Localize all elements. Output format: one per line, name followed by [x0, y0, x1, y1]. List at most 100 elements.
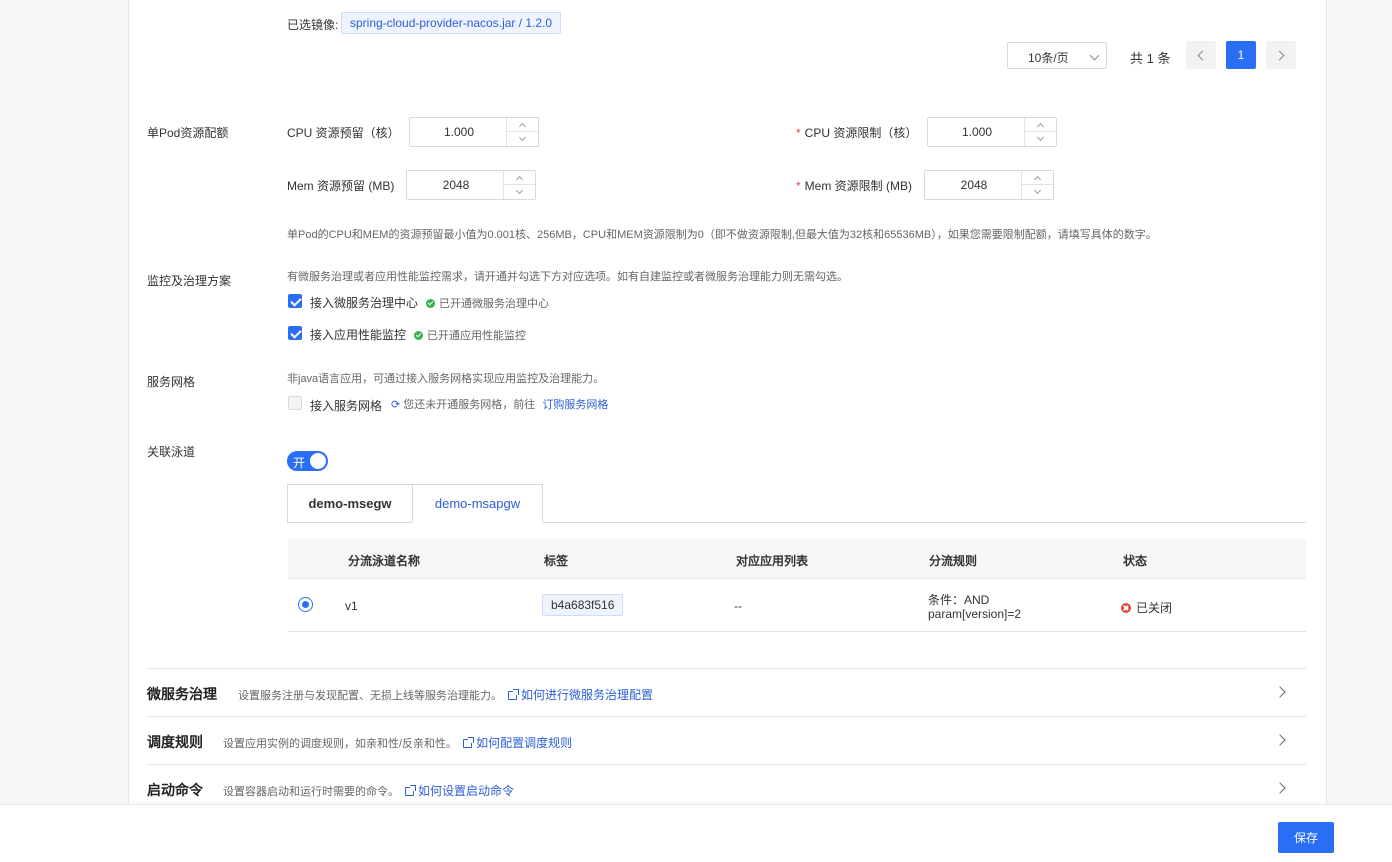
- lane-status-text: 已关闭: [1136, 601, 1173, 615]
- mesh-hint: 非java语言应用，可通过接入服务网格实现应用监控及治理能力。: [287, 373, 605, 385]
- selected-image-tag: spring-cloud-provider-nacos.jar / 1.2.0: [341, 12, 562, 34]
- cpu-limit-increment[interactable]: [1025, 118, 1056, 132]
- mem-limit-increment[interactable]: [1022, 171, 1053, 185]
- lane-section-label: 关联泳道: [147, 445, 196, 459]
- mesh-checkbox[interactable]: [288, 396, 302, 410]
- apm-label: 接入应用性能监控: [310, 328, 407, 342]
- toggle-knob: [310, 453, 326, 469]
- chevron-right-icon: [1274, 686, 1286, 698]
- page-size-value: 10条/页: [1028, 51, 1069, 65]
- toggle-text: 开: [293, 456, 306, 470]
- chevron-down-icon: [515, 186, 524, 195]
- table-row[interactable]: v1 b4a683f516 -- 条件：AND param[version]=2…: [288, 579, 1306, 632]
- cpu-limit-value: 1.000: [961, 125, 993, 139]
- collapse-desc-text: 设置应用实例的调度规则，如亲和性/反亲和性。: [223, 738, 458, 750]
- monitoring-section-label: 监控及治理方案: [147, 274, 232, 288]
- chevron-left-icon: [1197, 50, 1208, 60]
- monitoring-hint: 有微服务治理或者应用性能监控需求，请开通并勾选下方对应选项。如有自建监控或者微服…: [287, 271, 848, 283]
- chevron-right-icon: [1274, 50, 1285, 60]
- resources-hint: 单Pod的CPU和MEM的资源预留最小值为0.001核、256MB，CPU和ME…: [287, 229, 1157, 241]
- lane-tag: b4a683f516: [542, 594, 624, 616]
- page-size-select[interactable]: 10条/页: [1007, 42, 1107, 69]
- order-mesh-link[interactable]: 订购服务网格: [542, 399, 608, 411]
- lane-toggle[interactable]: 开: [287, 451, 328, 471]
- cpu-request-label: CPU 资源预留（核）: [287, 126, 400, 140]
- chevron-down-icon: [1036, 133, 1045, 142]
- mem-request-decrement[interactable]: [504, 185, 535, 199]
- mesh-section-label: 服务网格: [147, 375, 196, 389]
- mem-limit-value: 2048: [960, 178, 988, 192]
- apm-checkbox[interactable]: [288, 326, 302, 340]
- lane-name: v1: [345, 599, 358, 613]
- prev-page-button[interactable]: [1186, 41, 1216, 69]
- chevron-up-icon: [1033, 175, 1042, 183]
- external-link-icon: [405, 785, 416, 796]
- apm-status: 已开通应用性能监控: [414, 327, 526, 343]
- cpu-request-increment[interactable]: [507, 118, 538, 132]
- collapse-desc-text: 设置服务注册与发现配置、无损上线等服务治理能力。: [238, 690, 502, 702]
- required-mark: *: [796, 179, 801, 193]
- lane-rule-line2: param[version]=2: [928, 607, 1022, 621]
- chevron-up-icon: [515, 175, 524, 183]
- collapse-help-link[interactable]: 如何设置启动命令: [418, 784, 514, 798]
- msc-status: 已开通微服务治理中心: [426, 295, 549, 311]
- mem-limit-label-wrap: * Mem 资源限制 (MB): [796, 177, 912, 194]
- close-circle-icon: [1121, 603, 1131, 613]
- cpu-request-decrement[interactable]: [507, 132, 538, 146]
- tab-demo-msegw[interactable]: demo-msegw: [287, 484, 413, 523]
- collapse-help-link[interactable]: 如何配置调度规则: [476, 736, 572, 750]
- chevron-up-icon: [1036, 122, 1045, 130]
- mem-limit-input[interactable]: 2048: [924, 170, 1054, 200]
- collapse-microservice[interactable]: 微服务治理 设置服务注册与发现配置、无损上线等服务治理能力。 如何进行微服务治理配…: [147, 668, 1306, 716]
- cpu-request-value: 1.000: [443, 125, 475, 139]
- msc-checkbox[interactable]: [288, 294, 302, 308]
- chevron-right-icon: [1274, 782, 1286, 794]
- collapse-desc-text: 设置容器启动和运行时需要的命令。: [223, 786, 399, 798]
- chevron-down-icon: [1089, 50, 1100, 61]
- collapse-desc: 设置应用实例的调度规则，如亲和性/反亲和性。 如何配置调度规则: [223, 734, 572, 751]
- refresh-icon[interactable]: ⟳: [391, 399, 400, 411]
- col-apps: 对应应用列表: [736, 554, 809, 568]
- lane-status: 已关闭: [1121, 599, 1172, 616]
- chevron-right-icon: [1274, 734, 1286, 746]
- apm-status-text: 已开通应用性能监控: [427, 330, 526, 342]
- tab-demo-msapgw[interactable]: demo-msapgw: [412, 484, 543, 523]
- msc-label: 接入微服务治理中心: [310, 296, 419, 310]
- cpu-limit-label-wrap: * CPU 资源限制（核）: [796, 124, 917, 141]
- col-status: 状态: [1123, 554, 1148, 568]
- collapse-desc: 设置服务注册与发现配置、无损上线等服务治理能力。 如何进行微服务治理配置: [238, 686, 653, 703]
- chevron-down-icon: [1033, 186, 1042, 195]
- mem-limit-decrement[interactable]: [1022, 185, 1053, 199]
- row-radio[interactable]: [298, 597, 313, 612]
- cpu-limit-input[interactable]: 1.000: [927, 117, 1057, 147]
- next-page-button[interactable]: [1266, 41, 1296, 69]
- chevron-down-icon: [518, 133, 527, 142]
- lane-rule-line1: 条件：AND: [928, 593, 990, 607]
- lane-apps: --: [734, 599, 742, 613]
- cpu-request-input[interactable]: 1.000: [409, 117, 539, 147]
- collapse-scheduling[interactable]: 调度规则 设置应用实例的调度规则，如亲和性/反亲和性。 如何配置调度规则: [147, 716, 1306, 764]
- mem-limit-label: Mem 资源限制 (MB): [804, 179, 912, 193]
- cpu-limit-label: CPU 资源限制（核）: [804, 126, 918, 140]
- lane-table-header: 分流泳道名称 标签 对应应用列表 分流规则 状态: [288, 539, 1306, 579]
- footer-bar: [0, 804, 1392, 862]
- mesh-label: 接入服务网格: [310, 399, 383, 413]
- mem-request-label: Mem 资源预留 (MB): [287, 179, 395, 193]
- msc-status-text: 已开通微服务治理中心: [439, 298, 549, 310]
- check-circle-icon: [426, 299, 435, 308]
- col-rule: 分流规则: [929, 554, 978, 568]
- collapse-help-link[interactable]: 如何进行微服务治理配置: [521, 688, 653, 702]
- collapse-desc: 设置容器启动和运行时需要的命令。 如何设置启动命令: [223, 782, 514, 799]
- pagination-total: 共 1 条: [1130, 51, 1171, 66]
- cpu-limit-decrement[interactable]: [1025, 132, 1056, 146]
- mem-request-input[interactable]: 2048: [406, 170, 536, 200]
- mem-request-value: 2048: [442, 178, 470, 192]
- collapse-title: 调度规则: [147, 734, 203, 750]
- page-1-button[interactable]: 1: [1226, 41, 1256, 69]
- mesh-status: ⟳ 您还未开通服务网格，前往 订购服务网格: [391, 396, 608, 412]
- mem-request-increment[interactable]: [504, 171, 535, 185]
- collapse-title: 微服务治理: [147, 686, 217, 702]
- save-button[interactable]: 保存: [1278, 822, 1334, 853]
- selected-image-label: 已选镜像:: [287, 18, 339, 32]
- required-mark: *: [796, 126, 801, 140]
